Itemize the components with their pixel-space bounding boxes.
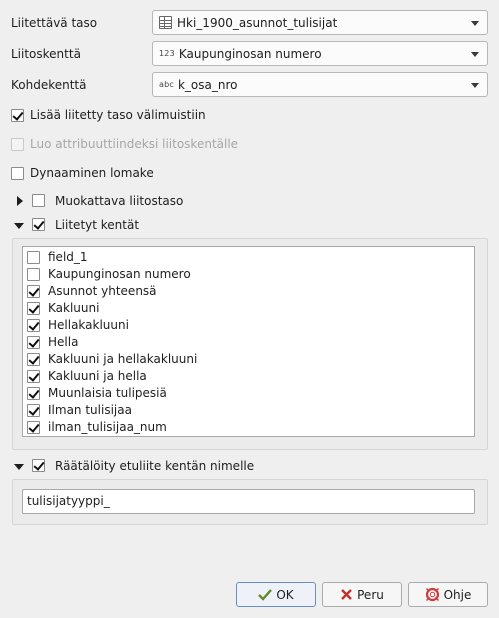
field-label: Muunlaisia tulipesiä bbox=[48, 386, 167, 400]
dynamic-form-checkbox[interactable] bbox=[11, 167, 24, 180]
numeric-type-icon: 123 bbox=[159, 49, 175, 58]
cache-checkbox[interactable] bbox=[11, 109, 24, 122]
cancel-icon bbox=[341, 589, 352, 600]
field-label: field_1 bbox=[48, 250, 88, 264]
joined-fields-list[interactable]: field_1 Kaupunginosan numero Asunnot yht… bbox=[22, 246, 475, 437]
cancel-label: Peru bbox=[357, 587, 384, 602]
dynamic-form-label: Dynaaminen lomake bbox=[30, 166, 154, 180]
list-item[interactable]: Muunlaisia tulipesiä bbox=[23, 385, 474, 402]
list-item[interactable]: Kakluuni ja hellakakluuni bbox=[23, 351, 474, 368]
attribute-index-checkbox[interactable] bbox=[11, 138, 24, 151]
help-label: Ohje bbox=[443, 587, 472, 602]
field-label: Hellakakluuni bbox=[48, 318, 129, 332]
list-item[interactable]: Asunnot yhteensä bbox=[23, 283, 474, 300]
list-item[interactable]: Kaupunginosan numero bbox=[23, 266, 474, 283]
target-field-value: k_osa_nro bbox=[177, 77, 238, 92]
field-label: Hella bbox=[48, 335, 79, 349]
field-checkbox[interactable] bbox=[27, 251, 40, 264]
editable-join-label: Muokattava liitostaso bbox=[55, 194, 184, 208]
expand-right-icon[interactable] bbox=[17, 196, 23, 206]
field-label: Kakluuni bbox=[48, 301, 100, 315]
join-field-value: Kaupunginosan numero bbox=[178, 46, 322, 61]
prefix-input[interactable]: tulisijatyyppi_ bbox=[22, 489, 475, 514]
field-checkbox[interactable] bbox=[27, 319, 40, 332]
field-checkbox[interactable] bbox=[27, 353, 40, 366]
list-item[interactable]: Kakluuni bbox=[23, 300, 474, 317]
chevron-down-icon bbox=[471, 21, 479, 26]
field-label: ilman_tulisijaa_num bbox=[48, 420, 167, 434]
prefix-checkbox[interactable] bbox=[32, 459, 45, 472]
list-item[interactable]: ilman_tulisijaa_num bbox=[23, 419, 474, 436]
joined-layer-combobox[interactable]: Hki_1900_asunnot_tulisijat bbox=[152, 10, 488, 35]
field-label: Kakluuni ja hella bbox=[48, 369, 147, 383]
list-item[interactable]: Ilman tulisijaa bbox=[23, 402, 474, 419]
list-item[interactable]: Kakluuni ja hella bbox=[23, 368, 474, 385]
field-checkbox[interactable] bbox=[27, 370, 40, 383]
list-item[interactable]: Hella bbox=[23, 334, 474, 351]
field-checkbox[interactable] bbox=[27, 336, 40, 349]
prefix-label: Räätälöity etuliite kentän nimelle bbox=[55, 459, 255, 473]
ok-button[interactable]: OK bbox=[236, 582, 316, 607]
list-item[interactable]: Hellakakluuni bbox=[23, 317, 474, 334]
help-button[interactable]: Ohje bbox=[408, 582, 488, 607]
ok-label: OK bbox=[276, 587, 294, 602]
attribute-index-label: Luo attribuuttiindeksi liitoskentälle bbox=[30, 137, 239, 151]
list-item[interactable]: field_1 bbox=[23, 249, 474, 266]
field-label: Ilman tulisijaa bbox=[48, 403, 132, 417]
collapse-down-icon[interactable] bbox=[14, 223, 24, 229]
field-checkbox[interactable] bbox=[27, 302, 40, 315]
field-checkbox[interactable] bbox=[27, 421, 40, 434]
joined-fields-label: Liitetyt kentät bbox=[55, 218, 140, 232]
cancel-button[interactable]: Peru bbox=[322, 582, 402, 607]
target-field-combobox[interactable]: abc k_osa_nro bbox=[152, 72, 488, 97]
field-checkbox[interactable] bbox=[27, 285, 40, 298]
table-layer-icon bbox=[159, 16, 172, 29]
joined-fields-checkbox[interactable] bbox=[32, 218, 45, 231]
chevron-down-icon bbox=[471, 83, 479, 88]
target-field-label: Kohdekenttä bbox=[11, 78, 87, 92]
help-icon bbox=[425, 587, 439, 602]
field-label: Kaupunginosan numero bbox=[48, 267, 191, 281]
collapse-down-icon[interactable] bbox=[14, 464, 24, 470]
join-field-combobox[interactable]: 123 Kaupunginosan numero bbox=[152, 41, 488, 66]
chevron-down-icon bbox=[471, 52, 479, 57]
check-icon bbox=[258, 589, 273, 601]
field-label: Kakluuni ja hellakakluuni bbox=[48, 352, 198, 366]
field-label: Asunnot yhteensä bbox=[48, 284, 157, 298]
editable-join-checkbox[interactable] bbox=[32, 194, 45, 207]
field-checkbox[interactable] bbox=[27, 404, 40, 417]
joined-layer-label: Liitettävä taso bbox=[11, 16, 98, 30]
cache-label: Lisää liitetty taso välimuistiin bbox=[30, 108, 206, 122]
text-type-icon: abc bbox=[159, 80, 174, 89]
join-field-label: Liitoskenttä bbox=[11, 47, 81, 61]
field-checkbox[interactable] bbox=[27, 387, 40, 400]
field-checkbox[interactable] bbox=[27, 268, 40, 281]
joined-layer-value: Hki_1900_asunnot_tulisijat bbox=[177, 15, 338, 30]
